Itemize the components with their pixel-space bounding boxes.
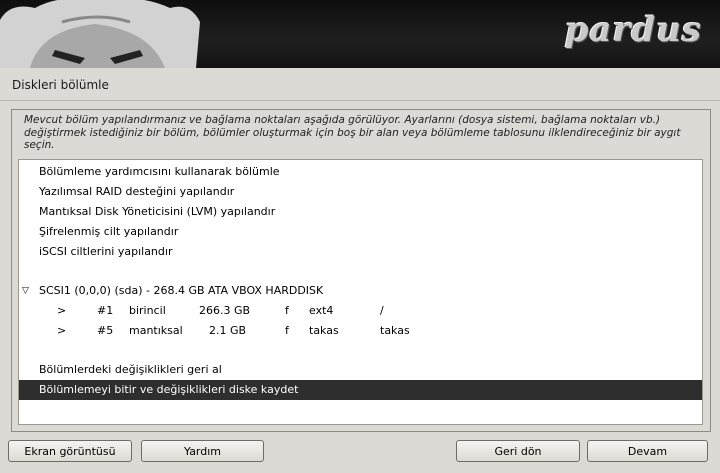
pardus-logo: pardus [564,10,702,50]
partition-arrow-icon: > [57,304,67,317]
page-title: Diskleri bölümle [12,78,109,92]
header-banner: pardus [0,0,720,68]
partition-list[interactable]: Bölümleme yardımcısını kullanarak bölüml… [18,159,703,425]
list-item-partition[interactable]: > #5 mantıksal 2.1 GB f takas takas [19,321,702,341]
expand-triangle-icon[interactable]: ▽ [22,281,29,301]
list-item-undo-changes[interactable]: Bölümlerdeki değişiklikleri geri al [19,360,702,380]
partition-mount: / [380,304,384,317]
list-item-disk[interactable]: ▽ SCSI1 (0,0,0) (sda) - 268.4 GB ATA VBO… [19,281,702,301]
list-item-lvm[interactable]: Mantıksal Disk Yöneticisini (LVM) yapıla… [19,202,702,222]
partition-type: mantıksal [129,324,183,337]
back-button[interactable]: Geri dön [456,440,580,462]
partition-arrow-icon: > [57,324,67,337]
partition-filesystem: ext4 [309,304,334,317]
partition-number: #1 [97,304,114,317]
continue-button[interactable]: Devam [587,440,708,462]
partition-flag: f [285,324,289,337]
title-divider [0,100,720,101]
partition-flag: f [285,304,289,317]
screenshot-button[interactable]: Ekran görüntüsü [8,440,132,462]
partition-size: 266.3 GB [199,304,251,317]
list-item-guided-partitioning[interactable]: Bölümleme yardımcısını kullanarak bölüml… [19,162,702,182]
list-item-iscsi[interactable]: iSCSI ciltlerini yapılandır [19,242,702,262]
description-text: Mevcut bölüm yapılandırmanız ve bağlama … [24,114,681,151]
partition-size: 2.1 GB [209,324,247,337]
partition-type: birincil [129,304,166,317]
list-item-software-raid[interactable]: Yazılımsal RAID desteğini yapılandır [19,182,702,202]
partition-filesystem: takas [309,324,339,337]
list-item-partition[interactable]: > #1 birincil 266.3 GB f ext4 / [19,301,702,321]
list-item-finish-partitioning[interactable]: Bölümlemeyi bitir ve değişiklikleri disk… [19,380,702,400]
list-item-encrypted-volumes[interactable]: Şifrelenmiş cilt yapılandır [19,222,702,242]
help-button[interactable]: Yardım [141,440,264,462]
partition-mount: takas [380,324,410,337]
partition-number: #5 [97,324,114,337]
